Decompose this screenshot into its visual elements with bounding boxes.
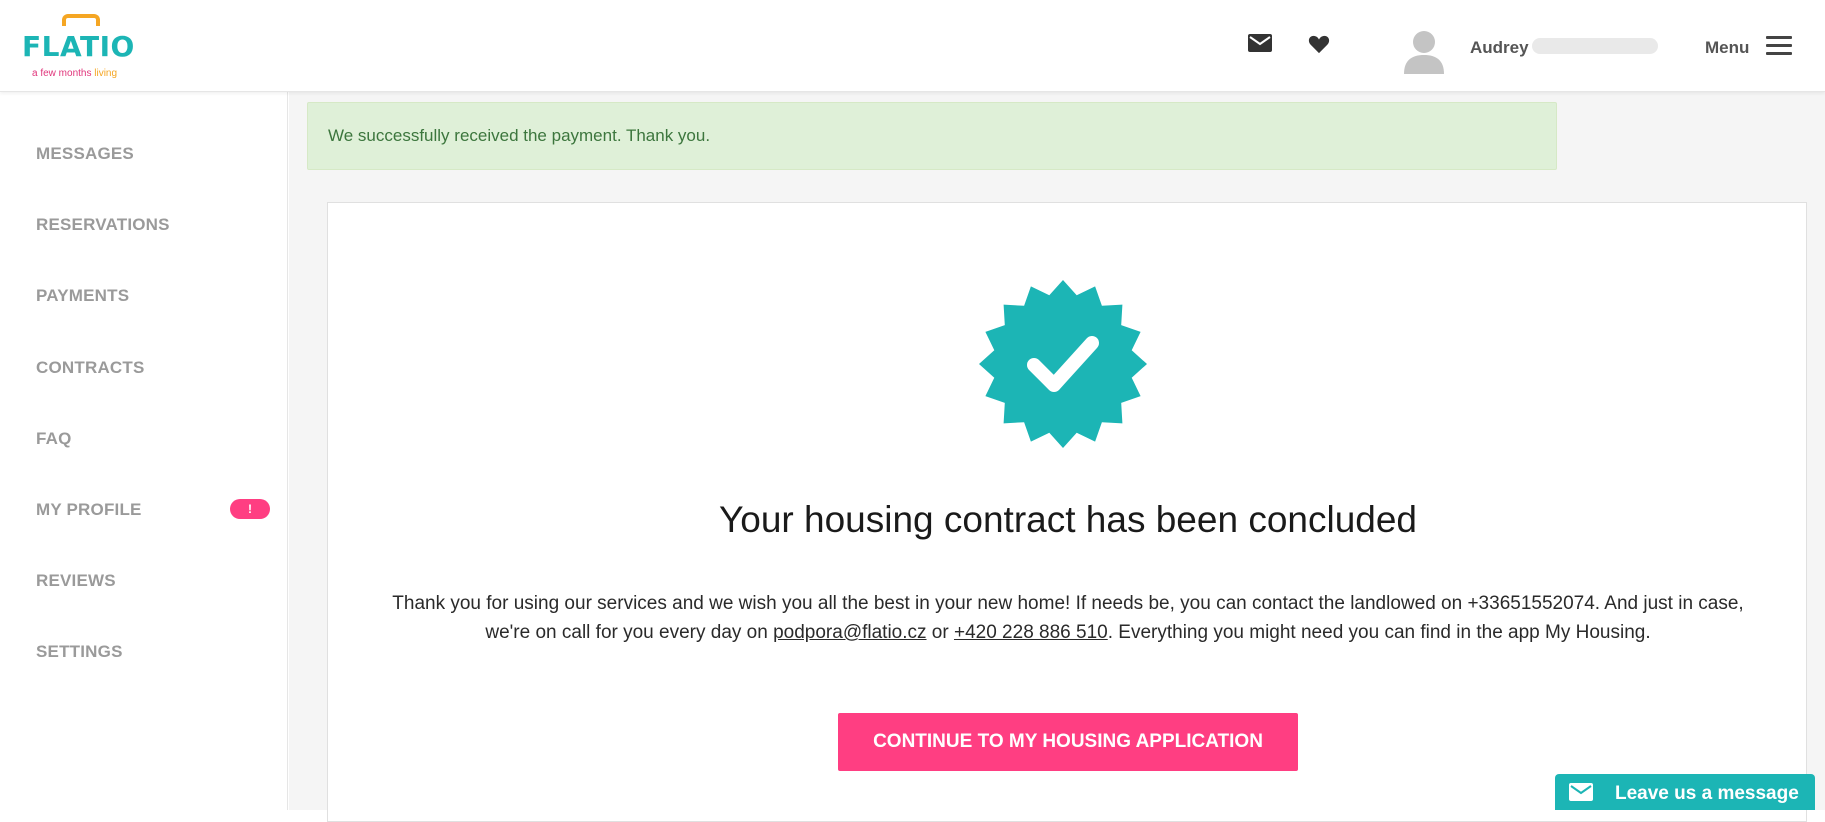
heart-icon[interactable] — [1308, 34, 1330, 54]
support-email-link[interactable]: podpora@flatio.cz — [773, 622, 926, 643]
leave-message-widget[interactable]: Leave us a message — [1555, 774, 1815, 810]
sidebar-item-reservations[interactable]: RESERVATIONS — [36, 215, 170, 235]
support-phone-link[interactable]: +420 228 886 510 — [954, 622, 1108, 643]
sidebar-item-faq[interactable]: FAQ — [36, 429, 72, 449]
logo-tagline: a few months living — [32, 68, 117, 79]
sidebar-item-messages[interactable]: MESSAGES — [36, 144, 134, 164]
user-surname-redacted — [1532, 38, 1658, 54]
logo-tagline-prefix: a few months — [32, 68, 92, 79]
logo-handle-icon — [62, 14, 100, 26]
sidebar-item-contracts[interactable]: CONTRACTS — [36, 358, 145, 378]
top-header: FLATIO a few months living Audrey Menu — [0, 0, 1825, 92]
logo-tagline-highlight: living — [94, 68, 118, 79]
menu-label[interactable]: Menu — [1705, 38, 1749, 58]
hamburger-icon[interactable] — [1766, 36, 1792, 56]
continue-to-housing-app-button[interactable]: CONTINUE TO MY HOUSING APPLICATION — [838, 713, 1298, 771]
avatar-icon[interactable] — [1402, 28, 1446, 74]
main-content: We successfully received the payment. Th… — [289, 92, 1825, 822]
sidebar: MESSAGES RESERVATIONS PAYMENTS CONTRACTS… — [0, 92, 288, 810]
card-title: Your housing contract has been concluded — [718, 499, 1418, 540]
profile-alert-badge: ! — [230, 499, 270, 519]
sidebar-item-settings[interactable]: SETTINGS — [36, 642, 123, 662]
sidebar-item-reviews[interactable]: REVIEWS — [36, 571, 116, 591]
logo-text: FLATIO — [22, 30, 135, 63]
card-text-part-2: or — [926, 622, 954, 643]
user-name[interactable]: Audrey — [1470, 38, 1529, 58]
leave-message-label: Leave us a message — [1615, 783, 1799, 804]
card-text-part-3: . Everything you might need you can find… — [1107, 622, 1651, 643]
sidebar-item-payments[interactable]: PAYMENTS — [36, 286, 129, 306]
card-description: Thank you for using our services and we … — [388, 589, 1748, 647]
envelope-icon — [1569, 783, 1593, 801]
sidebar-item-my-profile[interactable]: MY PROFILE — [36, 500, 142, 520]
verified-check-icon — [979, 280, 1147, 448]
contract-concluded-card: Your housing contract has been concluded… — [327, 202, 1807, 822]
flatio-logo[interactable]: FLATIO a few months living — [22, 14, 142, 80]
mail-icon[interactable] — [1248, 34, 1272, 52]
payment-success-alert: We successfully received the payment. Th… — [307, 102, 1557, 170]
